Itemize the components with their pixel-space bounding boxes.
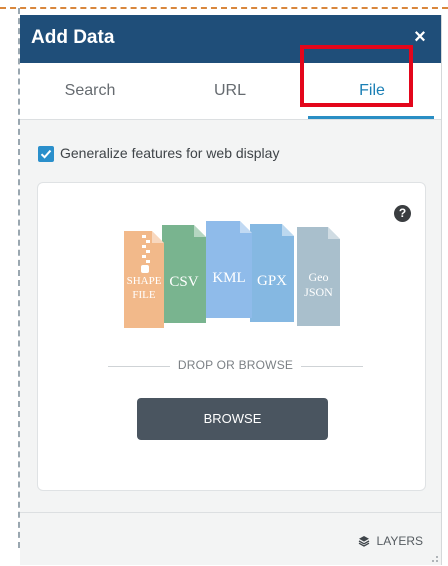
tab-url[interactable]: URL <box>160 63 300 119</box>
file-type-icons: SHAPE FILE CSV KML GPX Geo JSON <box>124 221 364 331</box>
layers-icon <box>358 536 370 547</box>
help-icon[interactable]: ? <box>394 205 411 222</box>
file-type-label: Geo JSON <box>304 269 333 299</box>
divider-line-right <box>301 366 363 367</box>
generalize-label: Generalize features for web display <box>60 145 280 161</box>
dashed-border-top <box>0 7 448 9</box>
kml-file-icon: KML <box>206 221 252 318</box>
csv-file-icon: CSV <box>162 225 206 323</box>
drop-or-browse-text: DROP OR BROWSE <box>177 358 294 372</box>
tab-bar: Search URL File <box>20 63 441 119</box>
divider-line-left <box>108 366 170 367</box>
drop-or-browse-row: DROP OR BROWSE <box>108 357 363 375</box>
tab-file[interactable]: File <box>302 63 442 119</box>
panel-header: Add Data × <box>20 15 441 63</box>
resize-grip-icon[interactable] <box>429 553 439 563</box>
browse-button[interactable]: BROWSE <box>137 398 328 440</box>
tab-divider <box>20 119 441 120</box>
layers-label: LAYERS <box>376 534 423 548</box>
close-button[interactable]: × <box>409 26 431 50</box>
generalize-checkbox[interactable] <box>38 146 54 162</box>
add-data-panel: Add Data × Search URL File Generalize fe… <box>20 15 442 565</box>
file-type-label: GPX <box>256 273 287 289</box>
zip-shapefile-icon: SHAPE FILE <box>124 231 164 328</box>
check-icon <box>40 149 52 159</box>
file-type-label: KML <box>212 269 246 286</box>
tab-file-label: File <box>359 82 385 99</box>
layers-button[interactable]: LAYERS <box>358 534 423 548</box>
file-drop-zone[interactable]: ? SHAPE FILE CSV KML GPX Geo JSON DROP OR BROW… <box>37 182 426 491</box>
file-type-label: CSV <box>169 274 199 290</box>
footer-divider <box>20 512 441 513</box>
file-type-label: SHAPE FILE <box>126 274 162 301</box>
geojson-file-icon: Geo JSON <box>297 227 340 326</box>
tab-search[interactable]: Search <box>20 63 160 119</box>
gpx-file-icon: GPX <box>250 224 294 322</box>
panel-title: Add Data <box>31 27 115 48</box>
